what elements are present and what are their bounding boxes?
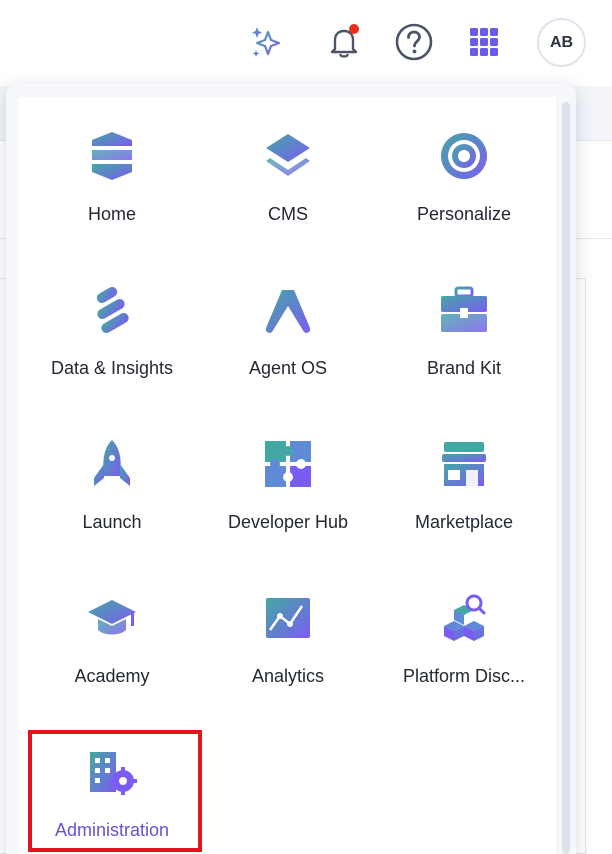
data-insights-icon: [96, 287, 129, 333]
app-tile-brand-kit[interactable]: Brand Kit: [376, 280, 552, 410]
app-label: CMS: [268, 204, 308, 224]
app-label: Agent OS: [248, 358, 328, 378]
home-icon: [92, 132, 132, 180]
cms-icon: [266, 134, 310, 176]
app-label: Academy: [74, 666, 150, 686]
app-tile-home[interactable]: Home: [24, 126, 200, 256]
app-label: Launch: [82, 512, 142, 532]
app-label: Analytics: [251, 666, 325, 686]
app-label: Developer Hub: [227, 512, 349, 532]
app-label: Data & Insights: [50, 358, 174, 378]
agent-os-icon: [265, 290, 311, 333]
app-label: Personalize: [416, 204, 512, 224]
brand-kit-icon: [441, 286, 487, 332]
app-tile-analytics[interactable]: Analytics: [200, 588, 376, 718]
scrollbar[interactable]: [562, 102, 570, 854]
app-tile-launch[interactable]: Launch: [24, 434, 200, 564]
app-label: Marketplace: [414, 512, 514, 532]
app-tile-personalize[interactable]: Personalize: [376, 126, 552, 256]
platform-discovery-icon: [444, 594, 486, 641]
bell-icon[interactable]: [324, 22, 364, 62]
app-tile-developer-hub[interactable]: Developer Hub: [200, 434, 376, 564]
analytics-icon: [266, 598, 310, 638]
launch-icon: [94, 440, 130, 486]
avatar[interactable]: AB: [537, 18, 586, 67]
personalize-icon: [441, 133, 487, 179]
app-tile-data-insights[interactable]: Data & Insights: [24, 280, 200, 410]
app-label: Home: [87, 204, 136, 224]
top-bar: AB: [0, 0, 612, 86]
app-tile-agent-os[interactable]: Agent OS: [200, 280, 376, 410]
app-tile-marketplace[interactable]: Marketplace: [376, 434, 552, 564]
app-tile-academy[interactable]: Academy: [24, 588, 200, 718]
highlight-box: [28, 730, 202, 852]
app-tile-cms[interactable]: CMS: [200, 126, 376, 256]
app-label: Platform Disc...: [402, 666, 526, 686]
marketplace-icon: [442, 442, 486, 486]
developer-hub-icon: [265, 441, 311, 487]
app-label: Brand Kit: [426, 358, 502, 378]
apps-grid-icon[interactable]: [464, 22, 504, 62]
help-icon[interactable]: [394, 22, 434, 62]
sparkle-icon[interactable]: [246, 22, 286, 62]
academy-icon: [88, 600, 136, 635]
app-tile-platform-discovery[interactable]: Platform Disc...: [376, 588, 552, 718]
